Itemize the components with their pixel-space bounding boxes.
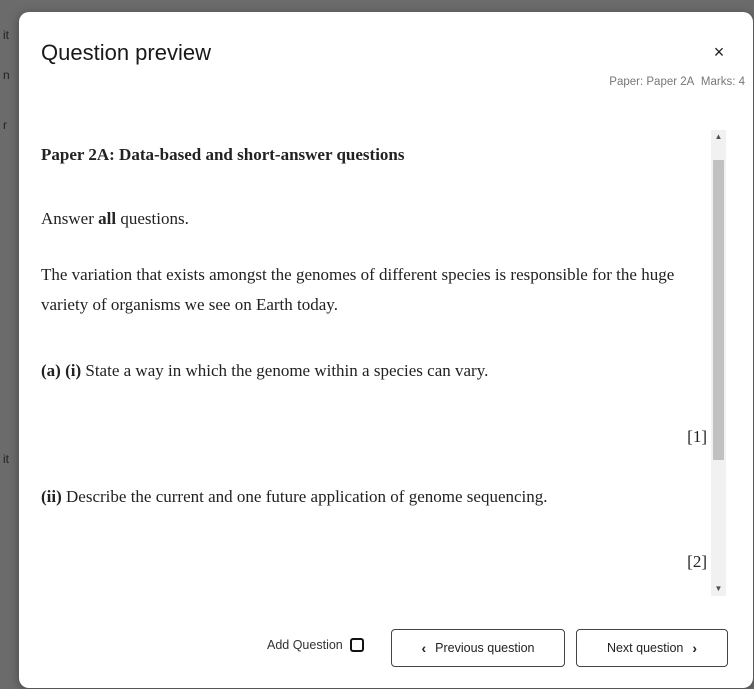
add-question-checkbox[interactable] — [349, 638, 364, 652]
marks-label: Marks: 4 — [700, 76, 745, 88]
part-a-label: (a) (i) — [41, 361, 82, 380]
content-scrollbar[interactable]: ▲ ▼ — [711, 130, 726, 596]
part-b-text: Describe the current and one future appl… — [61, 487, 548, 506]
close-icon[interactable]: × — [709, 42, 729, 62]
background-text-fragment: r — [3, 118, 7, 132]
scroll-up-icon[interactable]: ▲ — [711, 130, 726, 144]
background-text-fragment: n — [3, 68, 10, 82]
question-content[interactable]: Paper 2A: Data-based and short-answer qu… — [41, 132, 707, 597]
question-preview-modal: Question preview × Paper: Paper 2A Marks… — [19, 12, 753, 688]
part-a-text: State a way in which the genome within a… — [81, 361, 489, 380]
question-part-a: (a) (i) State a way in which the genome … — [41, 356, 488, 386]
question-meta: Paper: Paper 2A Marks: 4 — [605, 76, 745, 88]
modal-title: Question preview — [41, 40, 211, 65]
part-a-marks: [1] — [687, 427, 707, 446]
chevron-left-icon: ‹ — [421, 640, 427, 656]
previous-question-label: Previous question — [435, 641, 535, 655]
question-instruction: Answer all questions. — [41, 209, 189, 228]
next-question-button[interactable]: Next question › — [576, 629, 728, 667]
paper-label: Paper: Paper 2A — [609, 76, 694, 88]
question-part-b: (ii) Describe the current and one future… — [41, 482, 548, 512]
add-question-label: Add Question — [267, 638, 343, 652]
modal-footer: Add Question ‹ Previous question Next qu… — [19, 628, 753, 672]
chevron-right-icon: › — [692, 640, 698, 656]
scrollbar-thumb[interactable] — [713, 160, 724, 460]
part-b-label: (ii) — [41, 487, 62, 506]
question-heading: Paper 2A: Data-based and short-answer qu… — [41, 145, 405, 164]
part-b-marks: [2] — [687, 552, 707, 571]
next-question-label: Next question — [606, 641, 684, 655]
scroll-down-icon[interactable]: ▼ — [711, 582, 726, 596]
question-intro: The variation that exists amongst the ge… — [41, 265, 675, 314]
previous-question-button[interactable]: ‹ Previous question — [391, 629, 565, 667]
background-text-fragment: it — [3, 452, 9, 466]
background-text-fragment: it — [3, 28, 9, 42]
add-question-toggle[interactable]: Add Question — [267, 638, 364, 652]
